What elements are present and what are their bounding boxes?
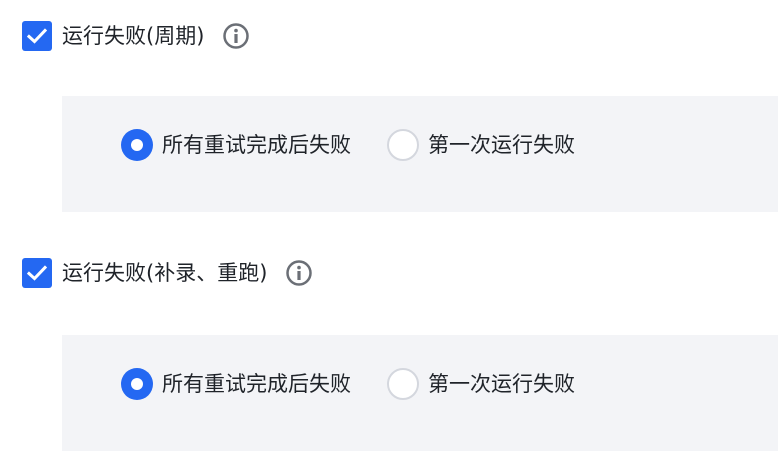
condition-periodic-panel: 所有重试完成后失败 第一次运行失败 <box>62 96 778 212</box>
radio-button[interactable] <box>387 368 419 400</box>
radio-option-all-retries-failed[interactable]: 所有重试完成后失败 <box>121 368 351 400</box>
radio-option-first-run-failed[interactable]: 第一次运行失败 <box>387 129 575 161</box>
condition-periodic-row: 运行失败(周期) <box>22 21 250 51</box>
condition-backfill-rerun-row: 运行失败(补录、重跑) <box>22 258 313 288</box>
radio-label: 所有重试完成后失败 <box>162 372 351 396</box>
radio-option-first-run-failed[interactable]: 第一次运行失败 <box>387 368 575 400</box>
condition-periodic-checkbox[interactable] <box>22 21 52 51</box>
alert-condition-settings: 运行失败(周期) 所有重试完成后失败 第一次运行失败 运行失败(补录、重跑) 所… <box>0 0 778 458</box>
condition-backfill-rerun-panel: 所有重试完成后失败 第一次运行失败 <box>62 335 778 451</box>
radio-button-selected[interactable] <box>121 129 153 161</box>
condition-periodic-radio-group: 所有重试完成后失败 第一次运行失败 <box>121 129 575 161</box>
radio-label: 第一次运行失败 <box>428 372 575 396</box>
check-icon <box>27 265 47 281</box>
condition-backfill-rerun-checkbox[interactable] <box>22 258 52 288</box>
condition-backfill-rerun-label: 运行失败(补录、重跑) <box>62 261 268 285</box>
radio-label: 所有重试完成后失败 <box>162 133 351 157</box>
info-icon[interactable] <box>285 259 313 287</box>
condition-backfill-rerun-radio-group: 所有重试完成后失败 第一次运行失败 <box>121 368 575 400</box>
info-icon[interactable] <box>222 22 250 50</box>
radio-label: 第一次运行失败 <box>428 133 575 157</box>
radio-button-selected[interactable] <box>121 368 153 400</box>
check-icon <box>27 28 47 44</box>
radio-option-all-retries-failed[interactable]: 所有重试完成后失败 <box>121 129 351 161</box>
radio-button[interactable] <box>387 129 419 161</box>
condition-periodic-label: 运行失败(周期) <box>62 24 205 48</box>
